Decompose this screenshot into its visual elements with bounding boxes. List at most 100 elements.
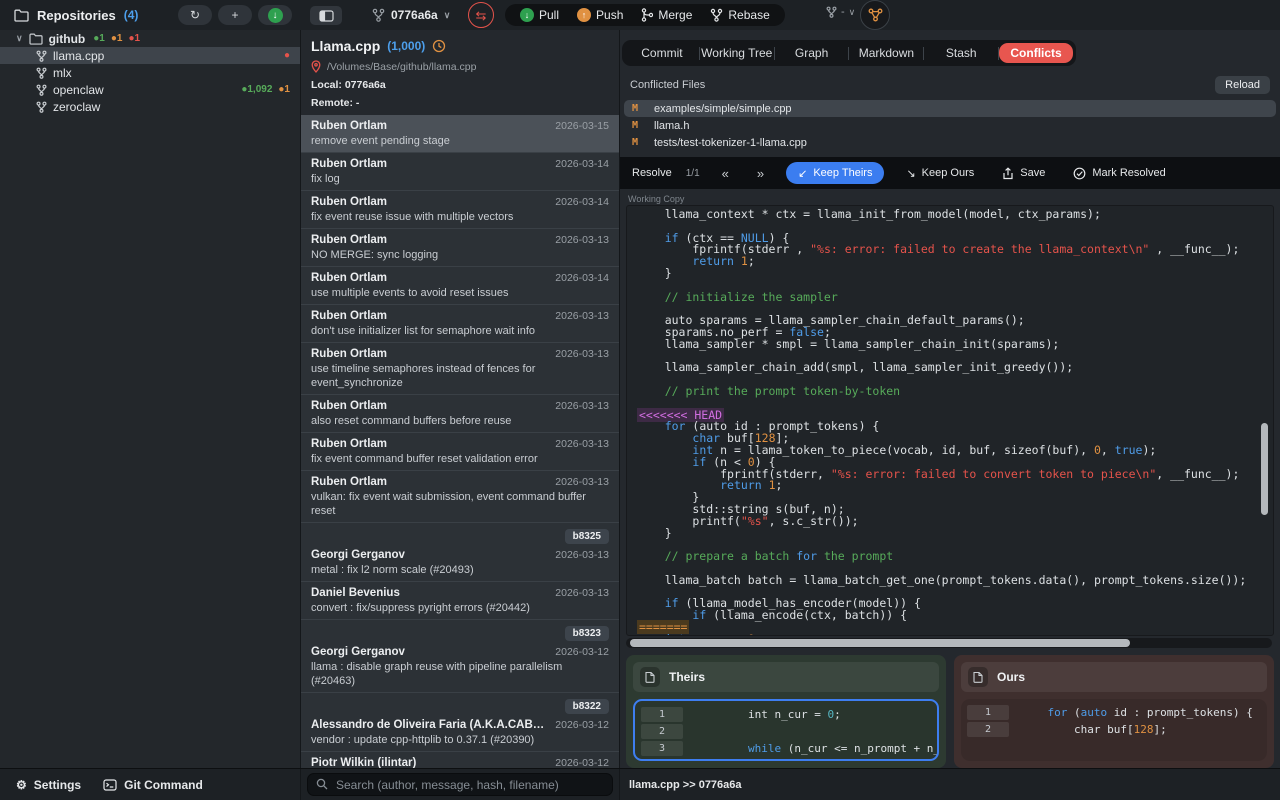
repo-path: /Volumes/Base/github/llama.cpp [327,61,476,73]
tab-commit[interactable]: Commit [625,43,699,63]
tab-working-tree[interactable]: Working Tree [700,43,774,63]
repo-item-openclaw[interactable]: openclaw●1,092●1 [0,81,300,98]
commit-row[interactable]: Ruben Ortlam2026-03-14fix log [301,153,619,191]
reload-button[interactable]: Reload [1215,76,1270,94]
modified-status-icon: M [632,103,654,114]
ours-code[interactable]: 1 for (auto id : prompt_tokens) {2 char … [961,699,1267,761]
current-file-status: llama.cpp >> 0776a6a [629,779,742,791]
tab-markdown[interactable]: Markdown [849,43,923,63]
branch-selector[interactable]: 0776a6a ∨ [372,4,450,26]
commit-row[interactable]: Piotr Wilkin (ilintar)2026-03-12tests : … [301,752,619,768]
conflicted-file-name: tests/test-tokenizer-1-llama.cpp [654,137,807,149]
next-conflict-button[interactable]: » [745,166,776,181]
push-button[interactable]: ↑Push [568,4,632,26]
vertical-scrollbar[interactable] [1261,423,1268,515]
keep-ours-button[interactable]: ↘Keep Ours [894,162,986,184]
repo-group-github[interactable]: ∨github●1●1●1 [0,30,300,47]
commit-row[interactable]: Ruben Ortlam2026-03-13fix event command … [301,433,619,471]
upstream-selector[interactable]: - ∨ [826,6,855,18]
sync-conflict-button[interactable]: ⇆ [468,2,494,28]
fetch-all-button[interactable]: ↓ [258,5,292,25]
modified-status-icon: M [632,137,654,148]
status-dot-red: ●1 [128,33,140,44]
save-button[interactable]: Save [990,162,1057,184]
search-input[interactable] [307,773,613,796]
pull-button[interactable]: ↓Pull [511,4,568,26]
commit-row[interactable]: Ruben Ortlam2026-03-13use timeline semap… [301,343,619,395]
horizontal-scrollbar-track[interactable] [626,638,1272,648]
commit-row[interactable]: Ruben Ortlam2026-03-13NO MERGE: sync log… [301,229,619,267]
resolve-counter: 1/1 [680,168,706,179]
mark-resolved-button[interactable]: Mark Resolved [1061,162,1177,184]
refresh-button[interactable]: ↻ [178,5,212,25]
merge-button[interactable]: Merge [632,4,701,26]
diff-line-text: for (auto id : prompt_tokens) { [1021,706,1253,719]
conflicted-file-name: llama.h [654,120,689,132]
commit-header: Ruben Ortlam2026-03-13 [311,475,609,490]
local-ref: Local: 0776a6a [311,79,609,91]
save-label: Save [1020,167,1045,179]
branch-icon [372,8,385,22]
add-repo-button[interactable]: + [218,5,252,25]
statusbar-right: llama.cpp >> 0776a6a [620,769,1280,800]
branch-icon [36,101,47,113]
commit-row[interactable]: Ruben Ortlam2026-03-14fix event reuse is… [301,191,619,229]
commit-author: Ruben Ortlam [311,347,387,362]
sidebar-toggle-button[interactable] [310,6,342,25]
horizontal-scrollbar-thumb[interactable] [630,639,1130,647]
repo-item-mlx[interactable]: mlx [0,64,300,81]
rebase-button[interactable]: Rebase [701,4,778,26]
conflicted-file-row[interactable]: Mllama.h [624,117,1276,134]
prev-conflict-button[interactable]: « [710,166,741,181]
commit-row[interactable]: b8325Georgi Gerganov2026-03-13metal : fi… [301,523,619,582]
graph-button[interactable] [860,0,890,30]
line-number: 3 [641,741,683,756]
tab-conflicts[interactable]: Conflicts [999,43,1073,63]
conflicted-file-row[interactable]: Mexamples/simple/simple.cpp [624,100,1276,117]
commit-author: Ruben Ortlam [311,157,387,172]
repo-item-llama.cpp[interactable]: llama.cpp● [0,47,300,64]
merge-icon [641,8,653,22]
theirs-code[interactable]: 1 int n_cur = 0;2 3 while (n_cur <= n_pr… [633,699,939,761]
keep-theirs-button[interactable]: ↙Keep Theirs [786,162,884,184]
commit-row[interactable]: Ruben Ortlam2026-03-13don't use initiali… [301,305,619,343]
commit-row[interactable]: b8323Georgi Gerganov2026-03-12llama : di… [301,620,619,693]
mark-resolved-label: Mark Resolved [1092,167,1165,179]
terminal-icon [103,779,117,791]
commit-row[interactable]: Ruben Ortlam2026-03-15remove event pendi… [301,115,619,153]
repositories-header: Repositories (4) ↻ + ↓ [0,0,300,30]
commit-message: use timeline semaphores instead of fence… [311,362,609,390]
working-copy-editor[interactable]: llama_context * ctx = llama_init_from_mo… [626,205,1274,636]
commit-row[interactable]: Ruben Ortlam2026-03-13vulkan: fix event … [301,471,619,523]
save-icon [1002,167,1014,180]
code-line: // print the prompt token-by-token [637,386,1273,398]
repo-tree: ∨github●1●1●1llama.cpp●mlxopenclaw●1,092… [0,30,300,115]
keep-ours-arrow-icon: ↘ [906,167,915,180]
git-command-button[interactable]: Git Command [103,778,203,792]
commit-header: Georgi Gerganov2026-03-12 [311,645,609,660]
commit-message: fix event reuse issue with multiple vect… [311,210,609,224]
repositories-title: Repositories [37,8,116,23]
diff-line: 1 for (auto id : prompt_tokens) { [961,704,1267,721]
commit-header: Ruben Ortlam2026-03-13 [311,437,609,452]
repo-item-zeroclaw[interactable]: zeroclaw [0,98,300,115]
commit-date: 2026-03-12 [549,645,609,660]
merge-label: Merge [658,8,692,22]
commit-message: remove event pending stage [311,134,609,148]
commit-row[interactable]: b8322Alessandro de Oliveira Faria (A.K.A… [301,693,619,752]
conflicted-file-row[interactable]: Mtests/test-tokenizer-1-llama.cpp [624,134,1276,151]
commit-author: Ruben Ortlam [311,399,387,414]
conflicted-files-header: Conflicted Files Reload [630,76,1270,94]
commit-row[interactable]: Daniel Bevenius2026-03-13convert : fix/s… [301,582,619,620]
tab-graph[interactable]: Graph [775,43,849,63]
diff-line-text: char buf[128]; [1021,723,1167,736]
commit-date: 2026-03-14 [549,157,609,172]
commit-header: Ruben Ortlam2026-03-13 [311,347,609,362]
commit-row[interactable]: Ruben Ortlam2026-03-13also reset command… [301,395,619,433]
network-icon [867,7,884,23]
tab-stash[interactable]: Stash [924,43,998,63]
settings-button[interactable]: ⚙Settings [16,778,81,792]
ours-title: Ours [997,670,1025,684]
commit-header: Ruben Ortlam 2026-03-14 [311,157,609,172]
commit-row[interactable]: Ruben Ortlam2026-03-14use multiple event… [301,267,619,305]
